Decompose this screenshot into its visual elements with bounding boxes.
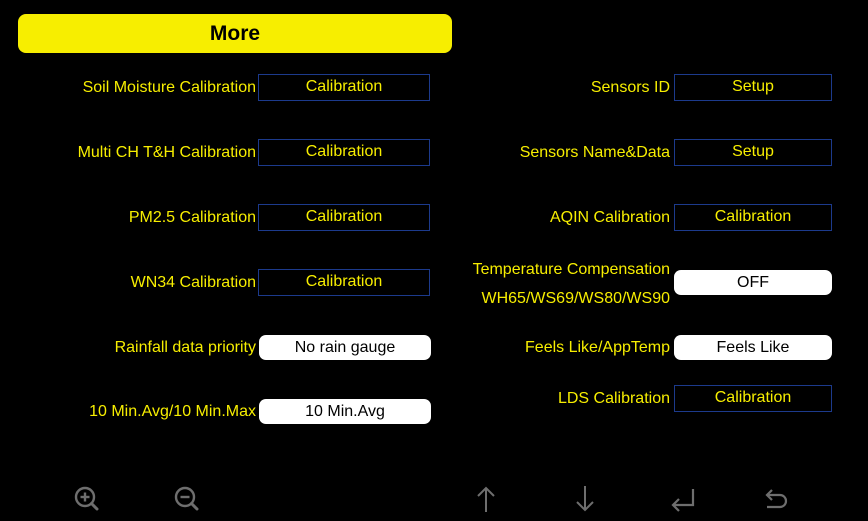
zoom-in-icon[interactable] — [70, 482, 104, 516]
min-avg-max-label: 10 Min.Avg/10 Min.Max — [89, 403, 256, 420]
pm25-calibration-label: PM2.5 Calibration — [128, 209, 256, 226]
sensors-name-data-label: Sensors Name&Data — [519, 144, 670, 161]
sensors-name-data-button[interactable]: Setup — [674, 139, 832, 166]
lds-calibration-button[interactable]: Calibration — [674, 385, 832, 412]
back-icon[interactable] — [758, 482, 792, 516]
aqin-calibration-button[interactable]: Calibration — [674, 204, 832, 231]
soil-moisture-calibration-label: Soil Moisture Calibration — [82, 79, 256, 96]
temperature-compensation-models-label: WH65/WS69/WS80/WS90 — [481, 290, 671, 307]
page-title: More — [18, 14, 452, 53]
multi-ch-th-calibration-button[interactable]: Calibration — [258, 139, 430, 166]
zoom-out-icon[interactable] — [170, 482, 204, 516]
feels-like-apptemp-label: Feels Like/AppTemp — [525, 339, 670, 356]
temperature-compensation-label: Temperature Compensation — [472, 261, 670, 278]
wn34-calibration-button[interactable]: Calibration — [258, 269, 430, 296]
rainfall-data-priority-label: Rainfall data priority — [114, 339, 256, 356]
aqin-calibration-label: AQIN Calibration — [549, 209, 670, 226]
pm25-calibration-button[interactable]: Calibration — [258, 204, 430, 231]
rainfall-data-priority-select[interactable]: No rain gauge — [259, 335, 431, 360]
arrow-up-icon[interactable] — [469, 482, 503, 516]
arrow-down-icon[interactable] — [568, 482, 602, 516]
multi-ch-th-calibration-label: Multi CH T&H Calibration — [77, 144, 256, 161]
sensors-id-label: Sensors ID — [590, 79, 670, 96]
temperature-compensation-toggle[interactable]: OFF — [674, 270, 832, 295]
sensors-id-button[interactable]: Setup — [674, 74, 832, 101]
feels-like-apptemp-select[interactable]: Feels Like — [674, 335, 832, 360]
min-avg-max-select[interactable]: 10 Min.Avg — [259, 399, 431, 424]
lds-calibration-label: LDS Calibration — [557, 390, 670, 407]
wn34-calibration-label: WN34 Calibration — [130, 274, 256, 291]
enter-icon[interactable] — [666, 482, 700, 516]
soil-moisture-calibration-button[interactable]: Calibration — [258, 74, 430, 101]
